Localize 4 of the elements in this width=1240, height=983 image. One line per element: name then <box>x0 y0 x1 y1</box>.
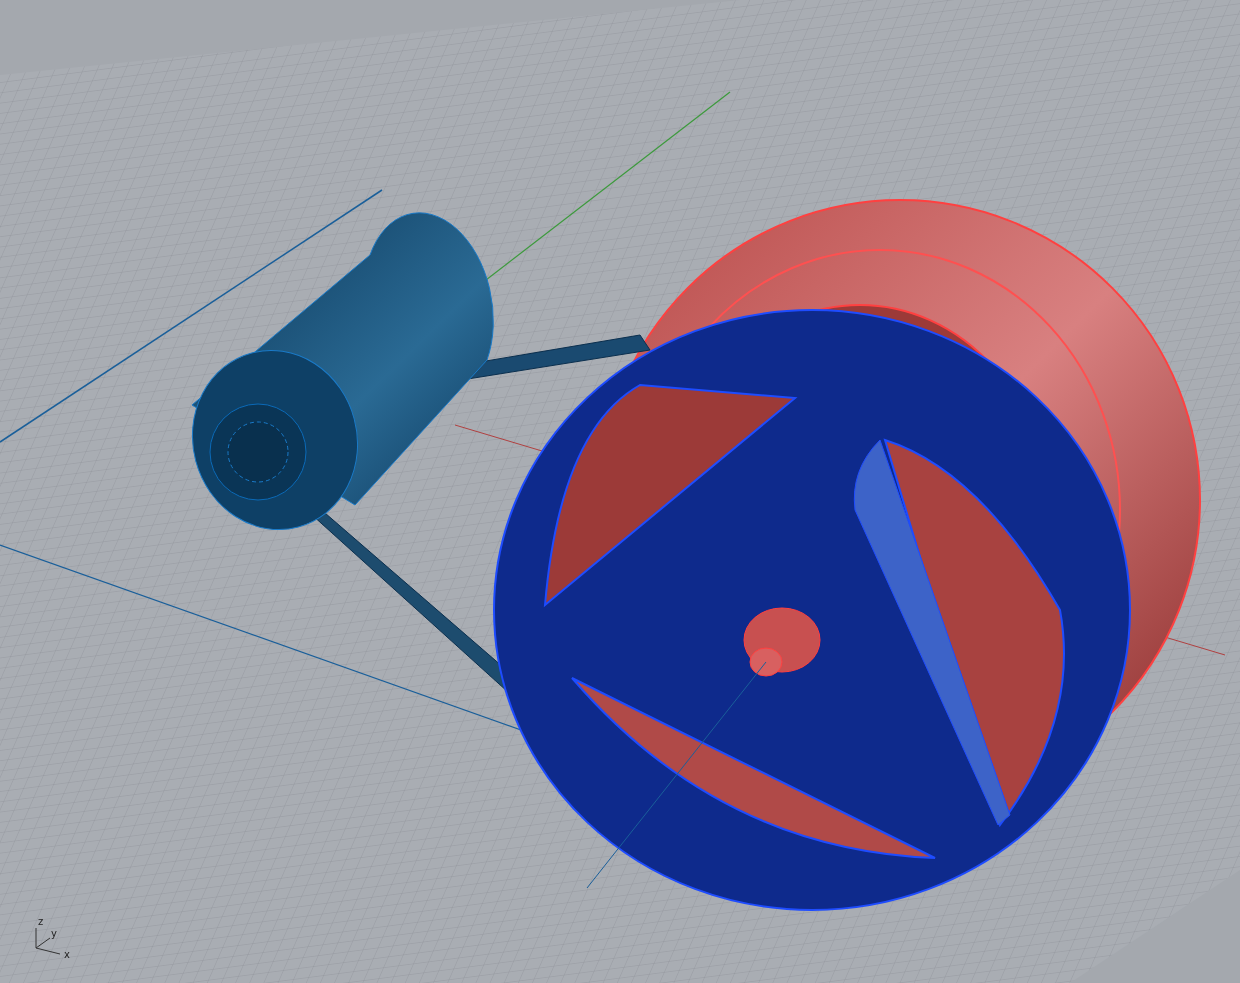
axis-label: z <box>38 916 44 927</box>
axis-label: y <box>51 928 57 939</box>
axis-label: x <box>64 949 70 960</box>
axis-gizmo-icon <box>35 927 61 955</box>
